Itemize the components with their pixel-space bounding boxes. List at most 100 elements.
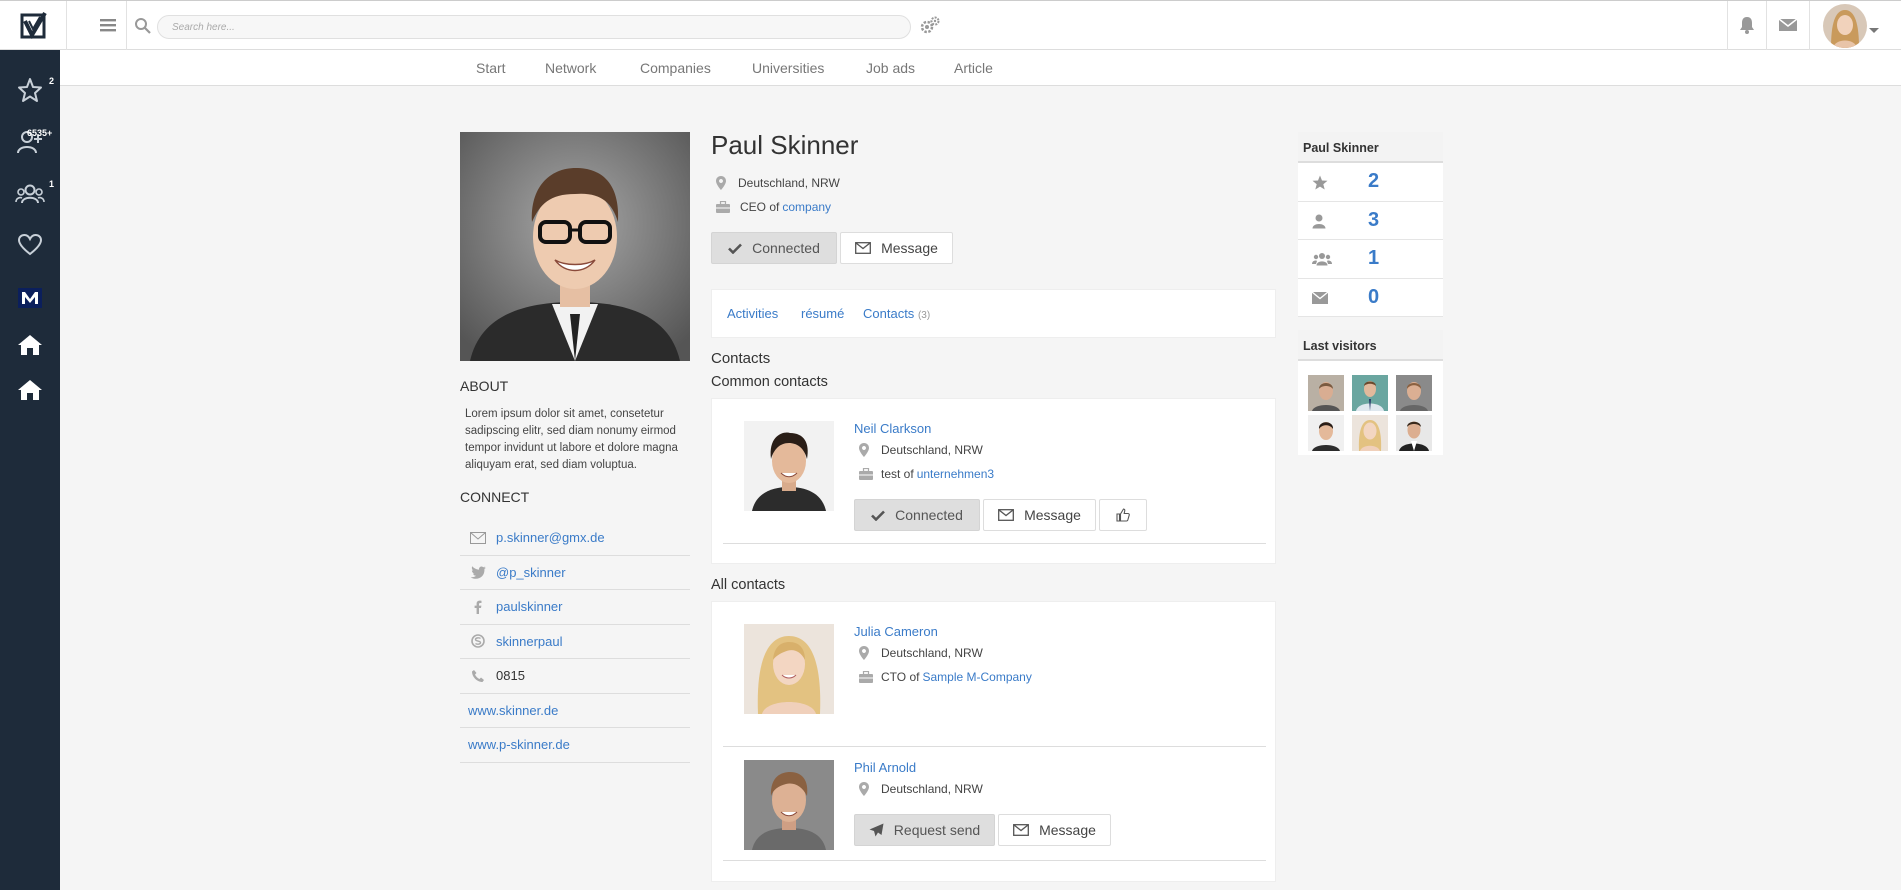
- group-icon: [1312, 252, 1332, 271]
- sidebar-item-likes[interactable]: [0, 221, 60, 269]
- tab-activities[interactable]: Activities: [727, 306, 778, 321]
- sidebar: 2 6535+ 1: [0, 50, 60, 890]
- menu-toggle-icon[interactable]: [98, 15, 118, 35]
- nav-item-network[interactable]: Network: [545, 60, 596, 76]
- twitter-link[interactable]: @p_skinner: [496, 565, 566, 580]
- website-link-2[interactable]: www.p-skinner.de: [468, 737, 570, 752]
- top-divider: [1727, 1, 1728, 50]
- gears-icon[interactable]: [918, 14, 942, 38]
- contact-location: Deutschland, NRW: [859, 646, 983, 660]
- skype-link[interactable]: skinnerpaul: [496, 634, 563, 649]
- contact-message-button[interactable]: Message: [998, 814, 1111, 846]
- tab-contacts[interactable]: Contacts (3): [863, 306, 930, 321]
- bell-icon[interactable]: [1737, 15, 1757, 35]
- chevron-down-icon[interactable]: [1868, 22, 1880, 33]
- stat-contacts[interactable]: 3: [1298, 202, 1443, 240]
- contact-company-link[interactable]: unternehmen3: [917, 467, 994, 481]
- check-icon: [871, 510, 886, 521]
- contact-photo[interactable]: [744, 624, 834, 714]
- home-icon: [18, 380, 42, 400]
- contact-message-label: Message: [1024, 507, 1081, 523]
- website-link-1[interactable]: www.skinner.de: [468, 703, 558, 718]
- contact-location-text: Deutschland, NRW: [881, 646, 983, 660]
- contact-name-link[interactable]: Phil Arnold: [854, 760, 916, 775]
- app-logo[interactable]: [0, 1, 66, 50]
- contact-company-link[interactable]: Sample M-Company: [922, 670, 1031, 684]
- contact-divider: [723, 746, 1266, 747]
- stats-title: Paul Skinner: [1298, 132, 1443, 163]
- connect-email: p.skinner@gmx.de: [460, 521, 690, 556]
- connected-button[interactable]: Connected: [711, 232, 837, 264]
- tab-contacts-label: Contacts: [863, 306, 915, 321]
- heart-icon: [17, 233, 43, 256]
- contact-message-label: Message: [1039, 822, 1096, 838]
- connect-list: p.skinner@gmx.de @p_skinner paulskinner …: [460, 521, 690, 763]
- contact-name-link[interactable]: Neil Clarkson: [854, 421, 931, 436]
- user-avatar[interactable]: [1823, 4, 1867, 48]
- mail-icon[interactable]: [1778, 16, 1798, 34]
- check-icon: [728, 243, 743, 254]
- stat-messages-count: 0: [1368, 285, 1380, 308]
- contact-name-link[interactable]: Julia Cameron: [854, 624, 938, 639]
- contact-connected-button[interactable]: Connected: [854, 499, 980, 531]
- group-icon: [15, 184, 45, 204]
- last-visitors-title: Last visitors: [1298, 330, 1443, 361]
- profile-tabs: Activities résumé Contacts (3): [711, 289, 1276, 338]
- sidebar-item-connection-requests[interactable]: [0, 118, 60, 166]
- connect-twitter: @p_skinner: [460, 556, 690, 590]
- stat-messages[interactable]: 0: [1298, 279, 1443, 317]
- connect-skype: skinnerpaul: [460, 625, 690, 659]
- visitor-avatar[interactable]: [1396, 415, 1432, 451]
- contact-photo[interactable]: [744, 421, 834, 511]
- profile-position: CEO of company: [716, 200, 831, 214]
- contact-position-prefix: CTO of: [881, 670, 920, 684]
- sidebar-item-favorites[interactable]: [0, 66, 60, 114]
- tab-resume[interactable]: résumé: [801, 306, 844, 321]
- skype-icon: [460, 634, 496, 649]
- visitor-avatar[interactable]: [1308, 375, 1344, 411]
- phone-icon: [460, 669, 496, 683]
- user-icon: [1312, 214, 1326, 234]
- visitor-avatar[interactable]: [1352, 375, 1388, 411]
- star-icon: [18, 78, 42, 102]
- profile-photo: [460, 132, 690, 361]
- nav-item-job-ads[interactable]: Job ads: [866, 60, 915, 76]
- nav-item-article[interactable]: Article: [954, 60, 993, 76]
- connect-facebook: paulskinner: [460, 590, 690, 625]
- visitor-avatar[interactable]: [1352, 415, 1388, 451]
- star-icon: [1312, 175, 1328, 195]
- contact-position-prefix: test of: [881, 467, 914, 481]
- nav-item-universities[interactable]: Universities: [752, 60, 824, 76]
- visitor-avatar[interactable]: [1308, 415, 1344, 451]
- contact-location-text: Deutschland, NRW: [881, 782, 983, 796]
- email-link[interactable]: p.skinner@gmx.de: [496, 530, 605, 545]
- nav-item-companies[interactable]: Companies: [640, 60, 711, 76]
- nav-item-start[interactable]: Start: [476, 60, 506, 76]
- sidebar-item-home-2[interactable]: [0, 366, 60, 414]
- sidebar-item-home[interactable]: [0, 321, 60, 369]
- stat-contacts-count: 3: [1368, 208, 1380, 231]
- search-input[interactable]: [157, 15, 911, 39]
- visitor-avatar[interactable]: [1396, 375, 1432, 411]
- profile-location-text: Deutschland, NRW: [738, 176, 840, 190]
- request-send-label: Request send: [893, 822, 981, 838]
- profile-company-link[interactable]: company: [782, 200, 831, 214]
- contact-photo[interactable]: [744, 760, 834, 850]
- facebook-link[interactable]: paulskinner: [496, 599, 563, 614]
- contact-location-text: Deutschland, NRW: [881, 443, 983, 457]
- request-send-button[interactable]: Request send: [854, 814, 995, 846]
- like-button[interactable]: [1099, 499, 1147, 531]
- contact-position: test of unternehmen3: [859, 467, 994, 481]
- stat-groups-count: 1: [1368, 247, 1380, 270]
- message-button[interactable]: Message: [840, 232, 953, 264]
- contact-message-button[interactable]: Message: [983, 499, 1096, 531]
- sidebar-item-groups[interactable]: [0, 170, 60, 218]
- m-logo-icon: [18, 288, 42, 308]
- thumbs-up-icon: [1116, 508, 1130, 522]
- groups-badge: 1: [49, 179, 55, 189]
- sidebar-item-m-company[interactable]: [0, 274, 60, 322]
- about-text: Lorem ipsum dolor sit amet, consetetur s…: [465, 408, 678, 471]
- stat-favorites[interactable]: 2: [1298, 163, 1443, 202]
- contact-location: Deutschland, NRW: [859, 782, 983, 796]
- stat-groups[interactable]: 1: [1298, 240, 1443, 279]
